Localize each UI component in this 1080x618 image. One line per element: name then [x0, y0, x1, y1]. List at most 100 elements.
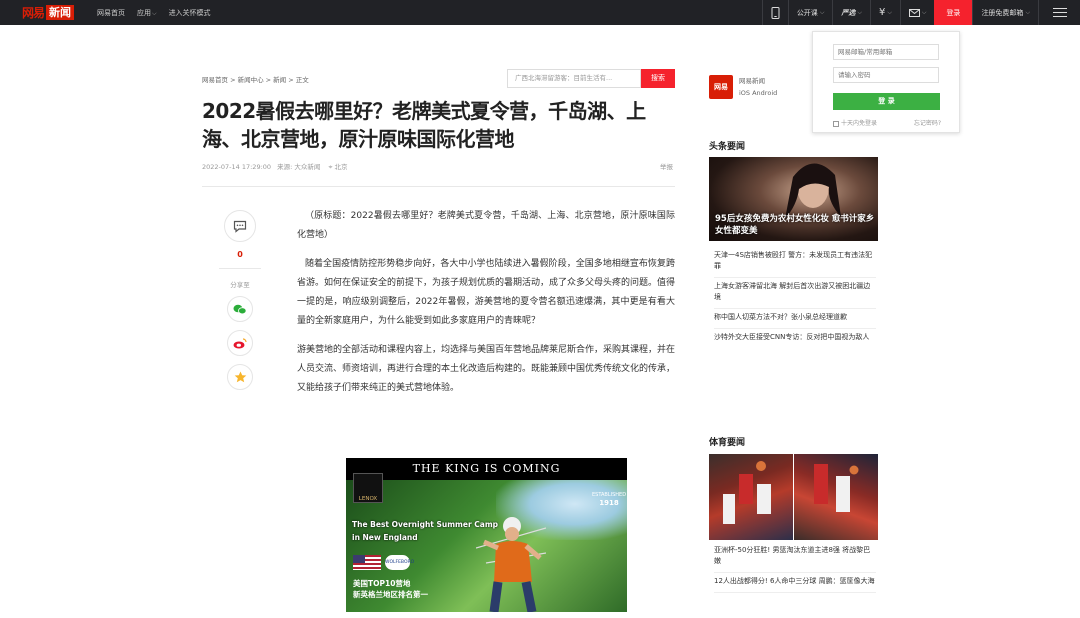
hamburger-icon	[1052, 7, 1067, 18]
wolfeboro-logo: WOLFEBORO	[385, 555, 414, 570]
ad-rank-text: 美国TOP10营地新英格兰地区排名第一	[353, 578, 428, 600]
share-weibo-button[interactable]	[227, 330, 253, 356]
article-meta: 2022-07-14 17:29:00 来源: 大众新闻 ⌖ 北京	[202, 161, 348, 172]
register-label: 注册免费邮箱	[981, 8, 1024, 17]
weibo-icon	[233, 337, 247, 348]
pay-menu[interactable]: ¥ ⌵	[869, 0, 900, 25]
chevron-down-icon: ⌵	[1025, 8, 1030, 16]
login-dropdown: 登 录 十天内免登录 忘记密码?	[812, 31, 960, 133]
lenox-logo: LENOX	[353, 473, 383, 503]
mobile-app-button[interactable]	[761, 0, 788, 25]
established-year: 1918	[599, 499, 619, 507]
headline-image-caption: 95后女孩免费为农村女性化妆 愈书计家乡女性都变美	[715, 214, 875, 236]
sports-item[interactable]: 亚洲杯-50分狂胜! 男篮淘汰东道主进8强 将战黎巴嫩	[714, 542, 876, 573]
yuan-icon: ¥	[878, 7, 886, 18]
report-link[interactable]: 举报	[660, 161, 673, 171]
app-platforms[interactable]: iOS Android	[739, 89, 777, 97]
publish-time: 2022-07-14 17:29:00	[202, 163, 272, 171]
mail-menu[interactable]: ⌵	[899, 0, 935, 25]
top-right-menu: 公开课 ⌵ 严选 ⌵ ¥ ⌵ ⌵ 登录 注册免费邮箱 ⌵	[761, 0, 1080, 25]
remember-login-checkbox[interactable]: 十天内免登录	[833, 118, 877, 127]
comment-count[interactable]: 0	[221, 250, 259, 259]
login-options: 十天内免登录 忘记密码?	[833, 118, 941, 127]
headline-item[interactable]: 上海女游客滞留北海 解封后首次出游又被困北疆边境	[714, 278, 876, 309]
divider	[219, 268, 261, 269]
sports-item[interactable]: 12人出战都得分! 6人命中三分球 周鹏：篮筐像大海	[714, 573, 876, 593]
sports-section-title[interactable]: 体育要闻	[709, 435, 745, 448]
chevron-down-icon: ⌵	[819, 8, 825, 16]
headline-list: 天津一4S店销售被殴打 警方：未发现员工有违法犯罪 上海女游客滞留北海 解封后首…	[714, 247, 876, 348]
location-pin-icon: ⌖	[328, 163, 333, 171]
nav-care-mode-link[interactable]: 进入关怀模式	[169, 8, 211, 18]
chevron-down-icon: ⌵	[152, 9, 157, 17]
share-qzone-button[interactable]	[227, 364, 253, 390]
headline-item[interactable]: 称中国人切菜方法不对？张小泉总经理道歉	[714, 309, 876, 329]
nav-apps-label: 应用	[137, 8, 151, 17]
article-location: 北京	[334, 163, 348, 171]
email-field[interactable]	[833, 44, 939, 60]
ad-rank-line: 新英格兰地区排名第一	[353, 590, 428, 599]
checkbox-icon	[833, 120, 839, 127]
remember-label: 十天内免登录	[841, 120, 878, 127]
star-icon	[234, 371, 246, 383]
phone-icon	[771, 6, 780, 19]
mail-icon	[908, 8, 920, 17]
basketball-photo	[814, 464, 859, 512]
ad-tagline-line: in New England	[352, 533, 418, 542]
main-menu-button[interactable]	[1038, 0, 1080, 25]
logo-brand: 网易	[22, 6, 45, 20]
chevron-down-icon: ⌵	[887, 8, 892, 16]
sports-image[interactable]	[709, 454, 793, 540]
logo-news: 新闻	[46, 5, 75, 20]
headline-image[interactable]: 95后女孩免费为农村女性化妆 愈书计家乡女性都变美	[709, 157, 878, 241]
comment-icon	[233, 220, 247, 233]
established-badge: ESTABLISHED 1918	[592, 491, 626, 507]
share-wechat-button[interactable]	[227, 296, 253, 322]
established-label: ESTABLISHED	[592, 492, 627, 498]
headline-item[interactable]: 沙特外交大臣接受CNN专访：反对把中国视为敌人	[714, 329, 876, 348]
headlines-section-title[interactable]: 头条要闻	[709, 139, 745, 152]
chevron-down-icon: ⌵	[921, 8, 927, 16]
app-name[interactable]: 网易新闻	[739, 75, 765, 85]
headline-item[interactable]: 天津一4S店销售被殴打 警方：未发现员工有违法犯罪	[714, 247, 876, 278]
nav-home-link[interactable]: 网易首页	[97, 8, 125, 18]
us-flag-icon	[353, 555, 381, 570]
comment-button[interactable]	[224, 210, 256, 242]
netease-app-logo[interactable]: 网易	[709, 75, 733, 99]
article-paragraph: 随着全国疫情防控形势稳步向好，各大中小学也陆续进入暑假阶段，全国多地相继宣布恢复…	[297, 259, 676, 326]
login-submit-button[interactable]: 登 录	[833, 93, 940, 110]
yanxuan-label: 严选	[841, 8, 856, 17]
ad-rank-line: 美国TOP10营地	[353, 579, 411, 588]
article-paragraph: 游美营地的全部活动和课程内容上，均选择与美国百年营地品牌莱尼斯合作，采购其课程，…	[297, 345, 676, 393]
share-label: 分享至	[230, 281, 250, 289]
ad-tagline: The Best Overnight Summer Camp in New Eng…	[352, 518, 498, 544]
top-navbar: 网易 新闻 网易首页 应用⌵ 进入关怀模式 公开课 ⌵ 严选 ⌵ ¥ ⌵ ⌵ 登录 注…	[0, 0, 1080, 25]
search-button[interactable]: 搜索	[641, 69, 675, 88]
article-source: 来源: 大众新闻	[277, 163, 321, 171]
ad-climber-figure	[476, 517, 546, 612]
register-email-link[interactable]: 注册免费邮箱 ⌵	[972, 0, 1038, 25]
breadcrumb[interactable]: 网易首页 > 新闻中心 > 新闻 > 正文	[202, 74, 309, 84]
camp-advertisement-image[interactable]: THE KING IS COMING LENOX ESTABLISHED 1918…	[346, 458, 627, 612]
sports-image[interactable]	[794, 454, 878, 540]
ad-tagline-line: The Best Overnight Summer Camp	[352, 520, 498, 529]
open-class-label: 公开课	[796, 8, 818, 17]
article-title: 2022暑假去哪里好？老牌美式夏令营，千岛湖、上海、北京营地，原汁原味国际化营地	[202, 99, 646, 151]
forgot-password-link[interactable]: 忘记密码?	[914, 118, 941, 127]
login-button[interactable]: 登录	[934, 0, 973, 25]
search-input[interactable]: 广西北海滞留游客：目前生活有...	[507, 69, 641, 88]
netease-news-logo[interactable]: 网易 新闻	[22, 4, 75, 21]
article-paragraph: （原标题：2022暑假去哪里好？老牌美式夏令营，千岛湖、上海、北京营地，原汁原味…	[297, 211, 675, 240]
yanxuan-menu[interactable]: 严选 ⌵	[832, 0, 870, 25]
ad-banner-text: THE KING IS COMING	[346, 458, 627, 480]
nav-apps-link[interactable]: 应用⌵	[137, 8, 157, 18]
password-field[interactable]	[833, 67, 939, 83]
chevron-down-icon: ⌵	[857, 8, 862, 16]
article-toolbar: 0 分享至	[219, 210, 261, 390]
divider	[202, 186, 675, 187]
wechat-icon	[233, 304, 247, 314]
top-nav-links: 网易首页 应用⌵ 进入关怀模式	[97, 0, 223, 25]
basketball-photo	[723, 461, 771, 524]
article-body: （原标题：2022暑假去哪里好？老牌美式夏令营，千岛湖、上海、北京营地，原汁原味…	[297, 207, 675, 408]
open-class-menu[interactable]: 公开课 ⌵	[787, 0, 833, 25]
